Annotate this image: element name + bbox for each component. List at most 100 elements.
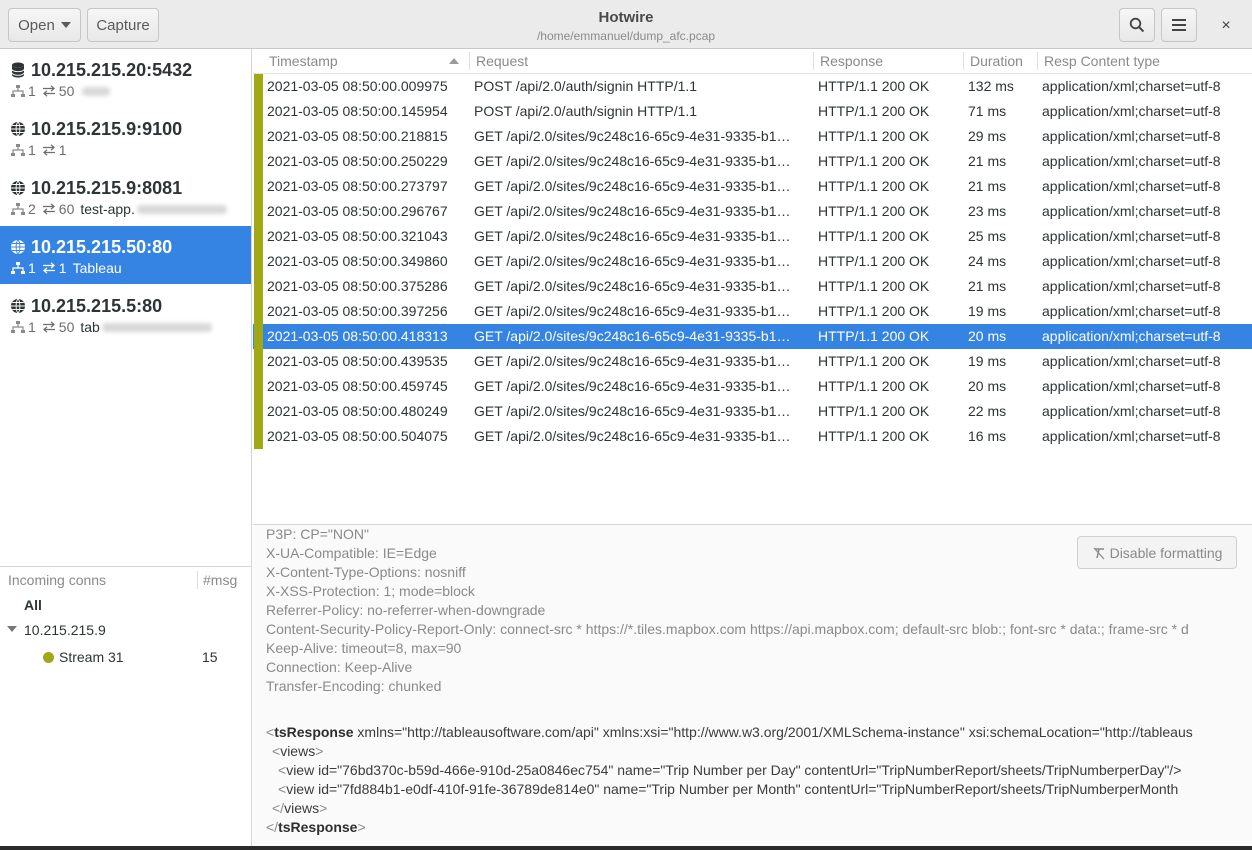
table-row[interactable]: 2021-03-05 08:50:00.321043 GET /api/2.0/s… xyxy=(253,224,1252,249)
stream-color-marker xyxy=(254,74,263,99)
message-count: 1 xyxy=(58,142,67,158)
cell-request: GET /api/2.0/sites/9c248c16-65c9-4e31-93… xyxy=(474,128,791,144)
cell-duration: 20 ms xyxy=(968,328,1007,344)
all-conns-item[interactable]: All xyxy=(24,597,42,613)
hamburger-menu-icon xyxy=(1172,19,1186,31)
table-row-selected[interactable]: 2021-03-05 08:50:00.418313 GET /api/2.0/s… xyxy=(253,324,1252,349)
network-icon xyxy=(11,321,25,333)
cell-request: POST /api/2.0/auth/signin HTTP/1.1 xyxy=(474,103,698,119)
cell-content-type: application/xml;charset=utf-8 xyxy=(1042,228,1221,244)
exchange-icon xyxy=(42,203,55,215)
search-button[interactable] xyxy=(1119,8,1155,42)
incoming-conns-header[interactable]: Incoming conns xyxy=(8,572,106,588)
table-row[interactable]: 2021-03-05 08:50:00.480249 GET /api/2.0/s… xyxy=(253,399,1252,424)
server-item-selected[interactable]: 10.215.215.50:80 1 1 Tableau xyxy=(0,226,251,284)
cell-content-type: application/xml;charset=utf-8 xyxy=(1042,153,1221,169)
table-row[interactable]: 2021-03-05 08:50:00.504075 GET /api/2.0/s… xyxy=(253,424,1252,449)
globe-icon xyxy=(11,298,25,314)
stream-color-marker xyxy=(254,349,263,374)
cell-response: HTTP/1.1 200 OK xyxy=(818,103,930,119)
cell-duration: 21 ms xyxy=(968,178,1007,194)
cell-timestamp: 2021-03-05 08:50:00.273797 xyxy=(267,178,448,194)
expander-arrow-icon[interactable] xyxy=(7,626,17,632)
stream-color-marker xyxy=(254,249,263,274)
server-item[interactable]: 10.215.215.5:80 1 50 tab xyxy=(0,285,251,343)
table-row[interactable]: 2021-03-05 08:50:00.273797 GET /api/2.0/s… xyxy=(253,174,1252,199)
cell-content-type: application/xml;charset=utf-8 xyxy=(1042,178,1221,194)
table-row[interactable]: 2021-03-05 08:50:00.296767 GET /api/2.0/s… xyxy=(253,199,1252,224)
column-header-request[interactable]: Request xyxy=(470,49,814,74)
cell-timestamp: 2021-03-05 08:50:00.459745 xyxy=(267,378,448,394)
column-header-duration[interactable]: Duration xyxy=(964,49,1038,74)
message-count: 50 xyxy=(58,83,75,99)
cell-timestamp: 2021-03-05 08:50:00.250229 xyxy=(267,153,448,169)
xml-tag: views xyxy=(284,800,320,816)
server-item[interactable]: 10.215.215.9:8081 2 60 test-app. xyxy=(0,167,251,225)
http-header-line: Content-Security-Policy-Report-Only: con… xyxy=(266,621,1189,637)
http-header-line: X-UA-Compatible: IE=Edge xyxy=(266,545,437,561)
table-row[interactable]: 2021-03-05 08:50:00.397256 GET /api/2.0/s… xyxy=(253,299,1252,324)
column-header-content-type[interactable]: Resp Content type xyxy=(1038,49,1252,74)
xml-line: <view id="76bd370c-b59d-466e-910d-25a084… xyxy=(278,762,1182,778)
open-button[interactable]: Open xyxy=(8,8,81,42)
menu-button[interactable] xyxy=(1161,8,1197,42)
stream-color-marker xyxy=(254,224,263,249)
close-button[interactable]: × xyxy=(1213,13,1239,39)
xml-line: <tsResponse xmlns="http://tableausoftwar… xyxy=(266,724,1193,740)
disable-formatting-button[interactable]: Disable formatting xyxy=(1077,536,1237,569)
window-subtitle: /home/emmanuel/dump_afc.pcap xyxy=(536,29,716,43)
table-row[interactable]: 2021-03-05 08:50:00.459745 GET /api/2.0/s… xyxy=(253,374,1252,399)
server-label: tab xyxy=(80,319,100,335)
cell-request: GET /api/2.0/sites/9c248c16-65c9-4e31-93… xyxy=(474,203,791,219)
server-item[interactable]: 10.215.215.9:9100 1 1 xyxy=(0,108,251,166)
server-list: 10.215.215.20:5432 1 50 10.215.215.9:910… xyxy=(0,49,252,566)
table-row[interactable]: 2021-03-05 08:50:00.009975 POST /api/2.0/… xyxy=(253,74,1252,99)
cell-timestamp: 2021-03-05 08:50:00.375286 xyxy=(267,278,448,294)
table-row[interactable]: 2021-03-05 08:50:00.349860 GET /api/2.0/s… xyxy=(253,249,1252,274)
cell-content-type: application/xml;charset=utf-8 xyxy=(1042,403,1221,419)
capture-button[interactable]: Capture xyxy=(87,8,159,42)
http-header-line: X-XSS-Protection: 1; mode=block xyxy=(266,583,475,599)
server-item[interactable]: 10.215.215.20:5432 1 50 xyxy=(0,49,251,107)
remote-count: 1 xyxy=(28,260,36,276)
stream-item[interactable]: Stream 31 xyxy=(59,649,124,665)
cell-request: GET /api/2.0/sites/9c248c16-65c9-4e31-93… xyxy=(474,278,791,294)
table-row[interactable]: 2021-03-05 08:50:00.439535 GET /api/2.0/s… xyxy=(253,349,1252,374)
cell-content-type: application/xml;charset=utf-8 xyxy=(1042,278,1221,294)
server-label: test-app. xyxy=(80,201,135,217)
table-row[interactable]: 2021-03-05 08:50:00.375286 GET /api/2.0/s… xyxy=(253,274,1252,299)
cell-duration: 19 ms xyxy=(968,353,1007,369)
column-header-label: Timestamp xyxy=(269,53,338,69)
cell-response: HTTP/1.1 200 OK xyxy=(818,228,930,244)
remote-count: 1 xyxy=(28,142,36,158)
column-header-timestamp[interactable]: Timestamp xyxy=(253,49,470,74)
cell-duration: 21 ms xyxy=(968,153,1007,169)
window-title: Hotwire xyxy=(598,9,654,26)
remote-ip-item[interactable]: 10.215.215.9 xyxy=(24,622,106,638)
cell-request: GET /api/2.0/sites/9c248c16-65c9-4e31-93… xyxy=(474,228,791,244)
search-icon xyxy=(1129,17,1145,33)
table-row[interactable]: 2021-03-05 08:50:00.145954 POST /api/2.0/… xyxy=(253,99,1252,124)
server-stats: 1 50 tab xyxy=(11,319,212,335)
column-header-response[interactable]: Response xyxy=(814,49,964,74)
remote-count: 1 xyxy=(28,319,36,335)
xml-tag: tsResponse xyxy=(274,724,354,740)
network-icon xyxy=(11,85,25,97)
close-icon: × xyxy=(1221,17,1231,34)
table-row[interactable]: 2021-03-05 08:50:00.250229 GET /api/2.0/s… xyxy=(253,149,1252,174)
redacted-text xyxy=(136,204,227,214)
exchange-icon xyxy=(42,85,55,97)
cell-timestamp: 2021-03-05 08:50:00.218815 xyxy=(267,128,448,144)
table-row[interactable]: 2021-03-05 08:50:00.218815 GET /api/2.0/s… xyxy=(253,124,1252,149)
remote-count: 2 xyxy=(28,201,36,217)
server-stats: 2 60 test-app. xyxy=(11,201,227,217)
cell-request: GET /api/2.0/sites/9c248c16-65c9-4e31-93… xyxy=(474,253,791,269)
stream-color-marker xyxy=(254,324,263,349)
cell-content-type: application/xml;charset=utf-8 xyxy=(1042,378,1221,394)
cell-response: HTTP/1.1 200 OK xyxy=(818,303,930,319)
stream-color-marker xyxy=(254,274,263,299)
msg-count-header[interactable]: #msg xyxy=(203,572,237,588)
server-stats: 1 1 Tableau xyxy=(11,260,122,276)
xml-line: </tsResponse> xyxy=(266,819,366,835)
exchange-icon xyxy=(42,144,55,156)
